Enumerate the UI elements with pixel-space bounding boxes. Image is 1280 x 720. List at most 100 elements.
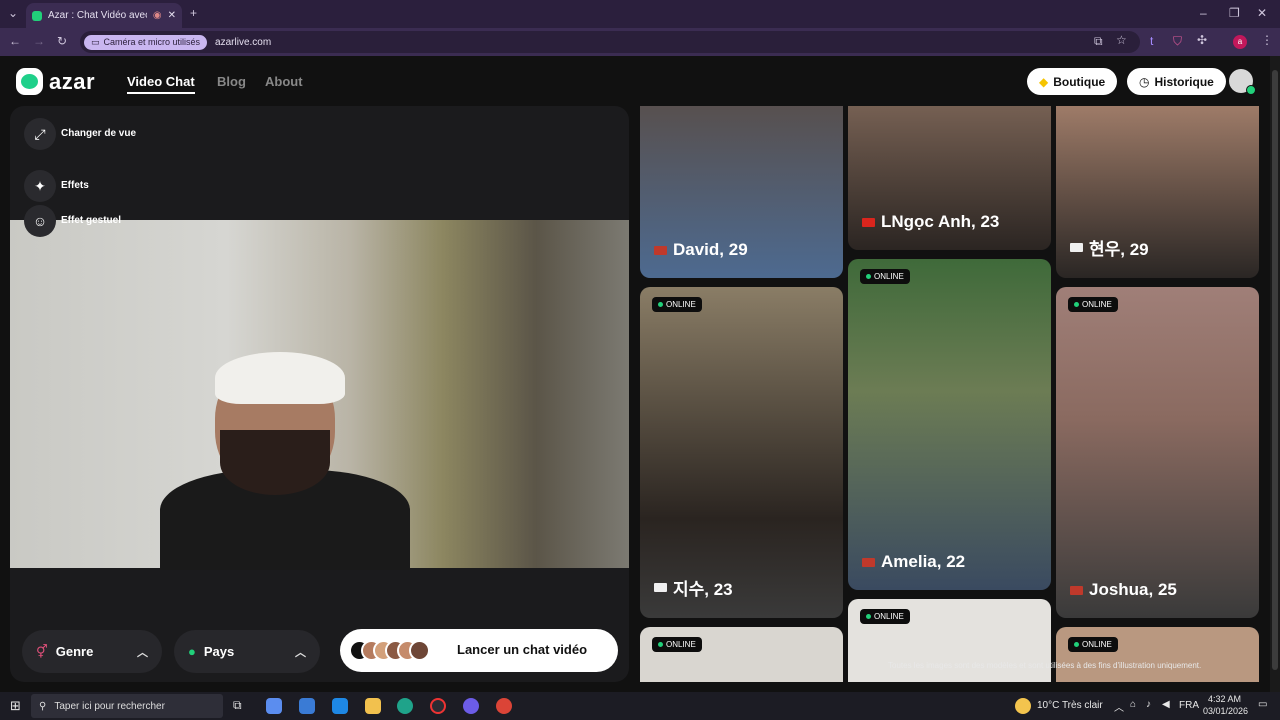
- profile-card[interactable]: ONLINE 지수, 23: [640, 287, 843, 618]
- obs-icon[interactable]: [430, 698, 446, 714]
- online-badge: ONLINE: [1068, 297, 1118, 312]
- nav-about[interactable]: About: [265, 74, 303, 89]
- url-text: azarlive.com: [215, 36, 272, 48]
- tray-chevron-icon[interactable]: ︿: [1114, 699, 1124, 714]
- genre-label: Genre: [55, 644, 94, 659]
- profile-card[interactable]: ONLINE Amelia, 22: [848, 259, 1051, 590]
- weather-text[interactable]: 10°C Très clair: [1037, 700, 1103, 711]
- online-badge: ONLINE: [652, 297, 702, 312]
- us-flag-icon: [1070, 585, 1083, 595]
- new-tab-icon[interactable]: +: [190, 6, 197, 20]
- tab-search-icon[interactable]: ⌄: [8, 6, 18, 20]
- nav-blog[interactable]: Blog: [217, 74, 246, 89]
- profile-name-text: 지수, 23: [673, 580, 733, 599]
- online-badge: ONLINE: [1068, 637, 1118, 652]
- profile-card[interactable]: David, 29: [640, 106, 843, 278]
- discord-icon[interactable]: [463, 698, 479, 714]
- launch-video-chat-button[interactable]: Lancer un chat vidéo: [340, 629, 618, 672]
- volume-icon[interactable]: ◀: [1162, 699, 1170, 710]
- profile-name: David, 29: [654, 240, 748, 260]
- online-label: ONLINE: [1082, 300, 1112, 309]
- back-icon[interactable]: ←: [9, 34, 21, 48]
- online-label: ONLINE: [666, 300, 696, 309]
- network-icon[interactable]: ⌂: [1130, 699, 1136, 710]
- sparkle-icon[interactable]: ✦: [24, 170, 56, 202]
- profile-name: 현우, 29: [1070, 235, 1149, 260]
- azar-logo-icon[interactable]: [16, 68, 43, 95]
- weather-icon[interactable]: [1015, 698, 1031, 714]
- clock-date[interactable]: 03/01/2026: [1203, 706, 1248, 716]
- profile-name-text: 현우, 29: [1089, 240, 1149, 259]
- changer-de-vue-label[interactable]: Changer de vue: [61, 128, 136, 139]
- user-avatar[interactable]: [1229, 69, 1256, 95]
- online-badge: ONLINE: [860, 609, 910, 624]
- profile-name: Joshua, 25: [1070, 580, 1177, 600]
- edge-icon[interactable]: [397, 698, 413, 714]
- extension-shield-icon[interactable]: ⛉: [1173, 34, 1182, 49]
- online-dot: [658, 642, 663, 647]
- mail-icon[interactable]: [332, 698, 348, 714]
- bookmark-star-icon[interactable]: ☆: [1116, 33, 1127, 47]
- store-icon[interactable]: [299, 698, 315, 714]
- effet-gestuel-label[interactable]: Effet gestuel: [61, 215, 121, 226]
- effets-label[interactable]: Effets: [61, 180, 89, 191]
- language-indicator[interactable]: FRA: [1179, 700, 1199, 711]
- online-label: ONLINE: [874, 272, 904, 281]
- face-avatar: [409, 640, 430, 661]
- profile-name-text: Amelia, 22: [881, 552, 966, 571]
- notifications-icon[interactable]: ▭: [1258, 699, 1267, 710]
- pays-label: Pays: [203, 644, 235, 659]
- copilot-icon[interactable]: [266, 698, 282, 714]
- online-dot: [866, 614, 871, 619]
- pays-filter-button[interactable]: ● Pays ︿: [174, 630, 320, 673]
- tab-close-icon[interactable]: ✕: [168, 10, 176, 21]
- windows-start-icon[interactable]: ⊞: [10, 698, 21, 714]
- online-dot: [866, 274, 871, 279]
- windows-taskbar: ⊞ ⚲ Taper ici pour rechercher ⧉ 10°C Trè…: [0, 692, 1280, 720]
- tab-title: Azar : Chat Vidéo avec de n: [48, 10, 147, 21]
- profile-name: Amelia, 22: [862, 552, 965, 572]
- reload-icon[interactable]: ↻: [57, 34, 67, 48]
- face-icon[interactable]: ☺: [24, 205, 56, 237]
- profile-card[interactable]: ONLINE: [640, 627, 843, 682]
- person-cap: [215, 352, 345, 404]
- azar-logo-text[interactable]: azar: [49, 69, 95, 95]
- profile-card[interactable]: ONLINE: [1056, 627, 1259, 682]
- boutique-button[interactable]: ◆ Boutique: [1027, 68, 1118, 95]
- extension-t-icon[interactable]: t: [1150, 34, 1153, 48]
- browser-menu-icon[interactable]: ⋮: [1261, 33, 1273, 47]
- omnibox[interactable]: ▭ Caméra et micro utilisés azarlive.com: [80, 31, 1140, 53]
- profile-card[interactable]: LNgọc Anh, 23: [848, 106, 1051, 250]
- browser-tab[interactable]: Azar : Chat Vidéo avec de n ◉ ✕: [26, 3, 182, 28]
- expand-icon[interactable]: ⤢: [24, 118, 56, 150]
- profile-card[interactable]: 현우, 29: [1056, 106, 1259, 278]
- nav-video-chat[interactable]: Video Chat: [127, 74, 195, 94]
- boutique-label: Boutique: [1053, 74, 1106, 89]
- chevron-up-icon: ︿: [295, 646, 306, 659]
- profile-card[interactable]: ONLINE Joshua, 25: [1056, 287, 1259, 618]
- cast-icon[interactable]: ⧉: [1094, 34, 1103, 49]
- file-explorer-icon[interactable]: [365, 698, 381, 714]
- window-close-icon[interactable]: ✕: [1257, 6, 1267, 20]
- forward-icon[interactable]: →: [33, 34, 45, 48]
- profile-name-text: David, 29: [673, 240, 748, 259]
- profile-avatar-icon[interactable]: a: [1233, 35, 1247, 49]
- taskbar-search[interactable]: ⚲ Taper ici pour rechercher: [31, 694, 223, 718]
- self-camera-video: [10, 220, 629, 570]
- task-view-icon[interactable]: ⧉: [233, 698, 242, 713]
- chrome-icon[interactable]: [496, 698, 512, 714]
- extensions-puzzle-icon[interactable]: ✣: [1197, 33, 1207, 47]
- genre-filter-button[interactable]: ⚥ Genre ︿: [22, 630, 162, 673]
- scrollbar-thumb[interactable]: [1272, 70, 1278, 670]
- minimize-icon[interactable]: –: [1200, 6, 1207, 20]
- page-scrollbar[interactable]: [1270, 56, 1280, 692]
- us-flag-icon: [654, 245, 667, 255]
- camera-mic-chip[interactable]: ▭ Caméra et micro utilisés: [84, 34, 208, 50]
- maximize-icon[interactable]: ❐: [1229, 6, 1240, 20]
- microphone-icon[interactable]: ♪: [1146, 699, 1151, 710]
- historique-button[interactable]: ◷ Historique: [1127, 68, 1226, 95]
- browser-tab-bar: ⌄ Azar : Chat Vidéo avec de n ◉ ✕ + – ❐ …: [0, 0, 1280, 28]
- diamond-icon: ◆: [1039, 74, 1049, 89]
- chevron-up-icon: ︿: [137, 646, 148, 659]
- clock-time[interactable]: 4:32 AM: [1208, 694, 1241, 704]
